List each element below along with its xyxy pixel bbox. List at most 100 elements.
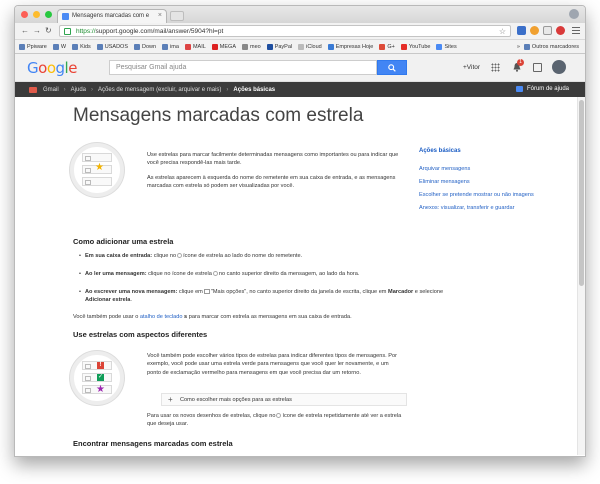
lock-icon (64, 28, 71, 35)
more-options-icon (203, 289, 210, 295)
star-outline-icon (212, 271, 218, 277)
bookmark-item[interactable]: USADOS (96, 43, 128, 50)
title-bar: Mensagens marcadas com e × (15, 6, 585, 23)
close-tab-icon[interactable]: × (158, 12, 162, 19)
star-styles-illustration: ! ✓ ★ (70, 351, 124, 405)
tab-title: Mensagens marcadas com e (72, 13, 150, 19)
bookmark-item[interactable]: meo (242, 43, 261, 50)
list-item: Em sua caixa de entrada: clique noícone … (79, 252, 445, 261)
section-heading-star-styles: Use estrelas com aspectos diferentes (73, 330, 208, 339)
folder-icon (52, 43, 59, 50)
forward-arrow-icon[interactable]: → (33, 26, 41, 35)
bookmark-item[interactable]: G+ (379, 43, 395, 50)
google-plus-icon (379, 43, 386, 50)
apps-grid-icon[interactable] (491, 63, 500, 72)
help-search-input[interactable]: Pesquisar Gmail ajuda (109, 60, 377, 75)
sidebar-link-delete[interactable]: Eliminar mensagens (419, 178, 544, 186)
sidebar-link-archive[interactable]: Arquivar mensagens (419, 165, 544, 173)
bookmark-item[interactable]: YouTube (400, 43, 430, 50)
bookmarks-bar: Ppiware W Kids USADOS Down ima MAIL MEGA… (15, 40, 585, 54)
pinterest-icon[interactable] (556, 26, 565, 35)
avatar[interactable] (552, 60, 566, 74)
google-plus-user-link[interactable]: +Vitor (463, 64, 480, 71)
navigation-bar: ← → ↻ https://support.google.com/mail/an… (15, 23, 585, 40)
google-logo[interactable]: Google (27, 59, 77, 77)
intro-paragraph-2: As estrelas aparecem à esquerda do nome … (147, 175, 396, 190)
shortcut-note: Você também pode usar o atalho de teclad… (73, 314, 352, 320)
other-bookmarks[interactable]: Outros marcadores (523, 43, 579, 50)
bookmark-item[interactable]: Kids (72, 43, 91, 50)
gmail-icon (29, 86, 37, 93)
back-arrow-icon[interactable]: ← (21, 26, 29, 35)
chrome-menu-icon[interactable] (572, 27, 580, 36)
star-options-expander[interactable]: + Como escolher mais opções para as estr… (161, 393, 407, 406)
google-favicon-icon (62, 13, 69, 20)
breadcrumb: Gmail › Ajuda › Ações de mensagem (exclu… (15, 82, 585, 97)
apple-icon (298, 43, 305, 50)
star-styles-paragraph: Você também pode escolher vários tipos d… (147, 353, 397, 376)
breadcrumb-gmail[interactable]: Gmail (43, 87, 59, 93)
intro-paragraph-1: Use estrelas para marcar facilmente dete… (147, 152, 399, 167)
maximize-window-button[interactable] (45, 11, 52, 18)
keyboard-shortcut-link[interactable]: atalho de teclado (140, 314, 183, 320)
page-title: Mensagens marcadas com estrela (73, 105, 364, 126)
notification-count-badge: 1 (517, 59, 524, 66)
forum-icon (515, 86, 523, 92)
breadcrumb-separator: › (91, 86, 94, 93)
bookmark-star-icon[interactable]: ☆ (499, 27, 506, 36)
bookmark-item[interactable]: iCloud (298, 43, 322, 50)
bookmark-item[interactable]: PayPal (266, 43, 292, 50)
breadcrumb-help[interactable]: Ajuda (71, 87, 86, 93)
folder-icon (96, 43, 103, 50)
folder-icon (19, 43, 25, 50)
list-item: Ao escrever uma nova mensagem: clique em… (79, 288, 445, 305)
bookmark-item[interactable]: MAIL (184, 43, 206, 50)
sidebar-link-attachments[interactable]: Anexos: visualizar, transferir e guardar (419, 204, 544, 212)
red-exclamation-icon: ! (97, 362, 104, 369)
close-window-button[interactable] (21, 11, 28, 18)
folder-icon (134, 43, 141, 50)
yellow-star-icon: ★ (95, 162, 104, 173)
extension-icon[interactable] (517, 26, 526, 35)
bookmark-item[interactable]: W (52, 43, 66, 50)
article-content: Mensagens marcadas com estrela ★ Use est… (15, 97, 585, 455)
bookmark-item[interactable]: Empresas Hoje (327, 43, 373, 50)
bookmark-item[interactable]: Sites (436, 43, 457, 50)
extension-icon[interactable] (530, 26, 539, 35)
list-item: Ao ler uma mensagem: clique no ícone de … (79, 270, 445, 279)
more-bookmarks-button[interactable]: » (517, 44, 520, 50)
bookmark-item[interactable]: Down (134, 43, 156, 50)
purple-star-icon: ★ (96, 384, 105, 395)
reload-icon[interactable]: ↻ (45, 26, 52, 35)
folder-icon (72, 43, 79, 50)
starred-messages-illustration: ★ (70, 143, 124, 197)
breadcrumb-message-actions[interactable]: Ações de mensagem (excluir, arquivar e m… (98, 87, 221, 93)
help-forum-link[interactable]: Fórum de ajuda (515, 86, 569, 92)
minimize-window-button[interactable] (33, 11, 40, 18)
search-icon (388, 64, 396, 72)
sidebar-links: Arquivar mensagens Eliminar mensagens Es… (419, 165, 544, 217)
profile-icon[interactable] (569, 9, 579, 19)
bookmark-item[interactable]: ima (162, 43, 179, 50)
page-icon (327, 43, 334, 50)
scrollbar-thumb[interactable] (579, 100, 584, 286)
address-bar[interactable]: https://support.google.com/mail/answer/5… (59, 25, 511, 37)
sites-icon (436, 43, 443, 50)
new-tab-button[interactable] (170, 11, 184, 21)
star-outline-icon (177, 253, 183, 259)
bookmark-item[interactable]: Ppiware (19, 43, 47, 50)
youtube-icon (400, 43, 407, 50)
sidebar-heading: Ações básicas (419, 148, 461, 154)
section-heading-find-starred: Encontrar mensagens marcadas com estrela (73, 439, 233, 448)
bookmark-item[interactable]: MEGA (211, 43, 236, 50)
browser-tab[interactable]: Mensagens marcadas com e × (57, 9, 167, 23)
paypal-icon (266, 43, 273, 50)
url-text: support.google.com/mail/answer/5904?hl=p… (95, 28, 224, 35)
page-scrollbar[interactable] (577, 97, 585, 455)
sidebar-link-images[interactable]: Escolher se pretende mostrar ou não imag… (419, 191, 544, 199)
new-stars-paragraph: Para usar os novos desenhos de estrelas,… (147, 413, 402, 428)
extension-icon[interactable] (543, 26, 552, 35)
share-plus-icon[interactable] (533, 63, 542, 72)
search-button[interactable] (377, 60, 407, 75)
google-header: Google Pesquisar Gmail ajuda +Vitor 1 (15, 54, 585, 82)
